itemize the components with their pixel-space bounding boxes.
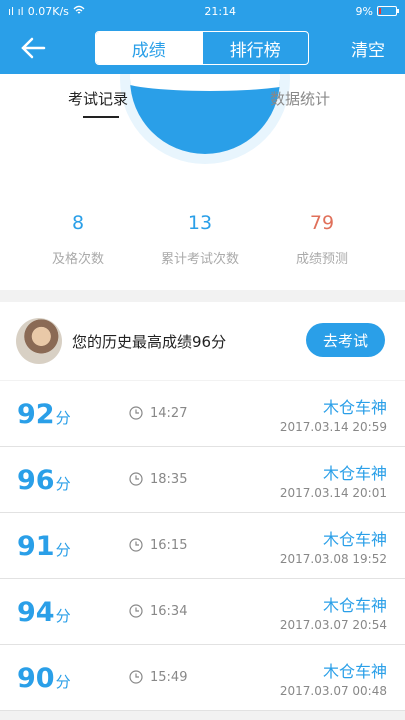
user-name: 木仓车神: [322, 464, 387, 483]
tab-exam-records[interactable]: 考试记录: [68, 88, 128, 109]
signal-icon: ıl ıl: [8, 4, 24, 18]
tab-scores[interactable]: 成绩: [96, 32, 202, 64]
active-tab-underline: [83, 116, 119, 118]
segment-control: 成绩 排行榜: [95, 31, 309, 65]
battery-icon: [376, 6, 399, 16]
user-name: 木仓车神: [322, 398, 387, 417]
date-text: 2017.03.14 20:59: [279, 420, 387, 434]
date-text: 2017.03.14 20:01: [279, 486, 387, 500]
clock-icon: [129, 604, 143, 618]
back-arrow-icon: [21, 37, 46, 59]
tab-ranking[interactable]: 排行榜: [201, 32, 309, 64]
duration-text: 16:15: [150, 538, 188, 553]
avatar: [16, 318, 62, 364]
clear-button[interactable]: 清空: [351, 36, 385, 61]
network-speed: 0.07K/s: [27, 4, 69, 18]
clock-icon: [129, 472, 143, 486]
back-button[interactable]: [18, 34, 48, 62]
score-value: 90分: [17, 663, 71, 694]
score-value: 92分: [17, 399, 71, 430]
clock-time: 21:14: [204, 4, 237, 18]
stat-value: 13: [187, 212, 213, 234]
user-name: 木仓车神: [322, 530, 387, 549]
record-list: 92分 14:27 木仓车神 2017.03.14 20:59 96分 18:3…: [0, 381, 405, 711]
status-bar: ıl ıl 0.07K/s 21:14 9%: [0, 0, 405, 22]
duration-text: 15:49: [150, 670, 188, 685]
take-exam-button[interactable]: 去考试: [306, 323, 385, 357]
stat-value: 79: [309, 212, 335, 234]
stat-value: 8: [71, 212, 85, 234]
date-text: 2017.03.07 00:48: [279, 684, 387, 698]
user-name: 木仓车神: [322, 596, 387, 615]
clock-icon: [129, 406, 143, 420]
list-item[interactable]: 90分 15:49 木仓车神 2017.03.07 00:48: [0, 645, 405, 711]
battery-percent: 9%: [355, 4, 373, 18]
app-header: 成绩 排行榜 清空: [0, 22, 405, 74]
duration-text: 16:34: [150, 604, 188, 619]
stat-total-exams: 13 累计考试次数: [145, 212, 255, 267]
list-item[interactable]: 94分 16:34 木仓车神 2017.03.07 20:54: [0, 579, 405, 645]
user-name: 木仓车神: [322, 662, 387, 681]
stat-label: 累计考试次数: [160, 252, 239, 267]
list-item[interactable]: 96分 18:35 木仓车神 2017.03.14 20:01: [0, 447, 405, 513]
stat-label: 成绩预测: [295, 252, 348, 267]
clock-icon: [129, 670, 143, 684]
wifi-icon: [73, 5, 85, 18]
score-value: 94分: [17, 597, 71, 628]
clock-icon: [129, 538, 143, 552]
stat-score-prediction: 79 成绩预测: [267, 212, 377, 267]
tab-statistics[interactable]: 数据统计: [270, 88, 330, 109]
score-value: 91分: [17, 531, 71, 562]
date-text: 2017.03.08 19:52: [279, 552, 387, 566]
sub-tabs: 考试记录 数据统计: [0, 74, 405, 120]
stat-pass-count: 8 及格次数: [23, 212, 133, 267]
list-item[interactable]: 91分 16:15 木仓车神 2017.03.08 19:52: [0, 513, 405, 579]
best-score-bar: 您的历史最高成绩96分 去考试: [0, 302, 405, 380]
duration-text: 14:27: [150, 406, 188, 421]
score-value: 96分: [17, 465, 71, 496]
best-score-text: 您的历史最高成绩96分: [72, 333, 227, 351]
stat-label: 及格次数: [51, 252, 104, 267]
list-item[interactable]: 92分 14:27 木仓车神 2017.03.14 20:59: [0, 381, 405, 447]
date-text: 2017.03.07 20:54: [279, 618, 387, 632]
duration-text: 18:35: [150, 472, 188, 487]
